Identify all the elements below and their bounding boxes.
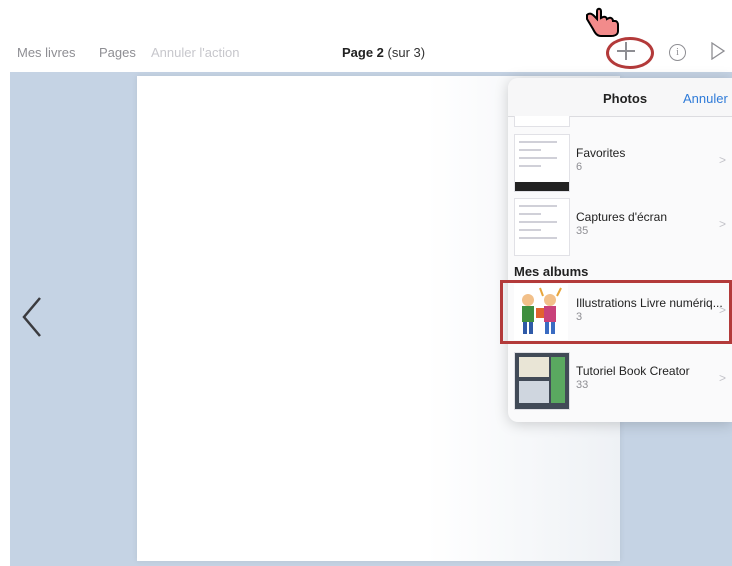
page-indicator: Page 2 (sur 3) xyxy=(342,45,425,60)
book-creator-thumbnail xyxy=(514,352,570,410)
top-toolbar: Mes livres Pages Annuler l'action Page 2… xyxy=(0,0,732,72)
hand-pointer-icon xyxy=(586,7,619,37)
album-row-tutorial[interactable]: Tutoriel Book Creator 33 > xyxy=(508,348,732,412)
page-number: Page 2 xyxy=(342,45,384,60)
chevron-left-icon[interactable] xyxy=(20,296,44,338)
undo-link[interactable]: Annuler l'action xyxy=(151,45,239,60)
album-thumbnail xyxy=(514,134,570,192)
add-button-highlight xyxy=(606,37,654,69)
popover-header: Photos Annuler xyxy=(508,78,732,117)
pages-link[interactable]: Pages xyxy=(99,45,136,60)
photos-popover: Photos Annuler Favorites 6 > Captures d'… xyxy=(508,78,732,422)
chevron-right-icon: > xyxy=(719,217,727,231)
album-count: 33 xyxy=(576,379,589,391)
page-total: (sur 3) xyxy=(387,45,426,60)
play-icon[interactable] xyxy=(710,42,726,60)
my-books-link[interactable]: Mes livres xyxy=(17,45,76,60)
album-label: Favorites xyxy=(576,146,626,160)
album-row-favorites[interactable]: Favorites 6 > xyxy=(508,130,732,194)
album-label: Tutoriel Book Creator xyxy=(576,364,690,378)
cancel-button[interactable]: Annuler xyxy=(683,91,728,106)
album-thumbnail xyxy=(514,198,570,256)
my-albums-title: Mes albums xyxy=(514,264,589,279)
chevron-right-icon: > xyxy=(719,153,727,167)
album-label: Captures d'écran xyxy=(576,210,668,224)
album-count: 6 xyxy=(576,161,583,173)
popover-title: Photos xyxy=(603,91,648,106)
chevron-right-icon: > xyxy=(719,371,727,385)
album-count: 35 xyxy=(576,225,589,237)
partial-album-thumbnail xyxy=(514,116,570,127)
info-icon[interactable]: i xyxy=(669,44,686,61)
album-row-screenshots[interactable]: Captures d'écran 35 > xyxy=(508,194,732,258)
album-highlight-box xyxy=(500,280,732,344)
